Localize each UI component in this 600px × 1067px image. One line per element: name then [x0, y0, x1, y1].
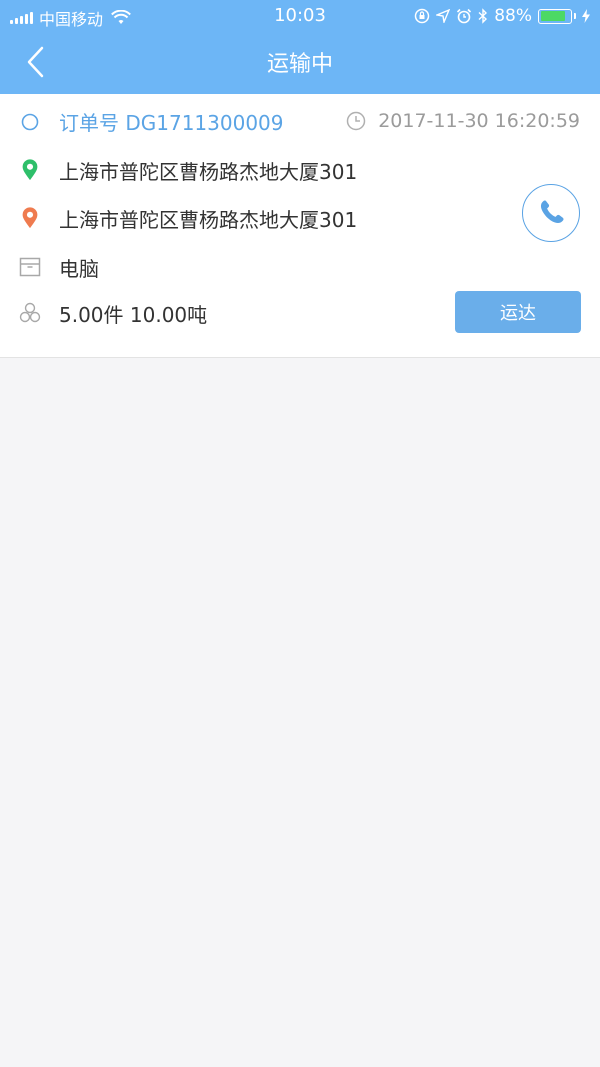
- origin-address: 上海市普陀区曹杨路杰地大厦301: [59, 159, 358, 184]
- header-bar: 中国移动 10:03 88% 运输中: [0, 0, 600, 94]
- destination-row: 上海市普陀区曹杨路杰地大厦301: [0, 204, 600, 232]
- rotation-lock-icon: [414, 8, 430, 24]
- bluetooth-icon: [478, 8, 488, 24]
- order-time: 2017-11-30 16:20:59: [346, 110, 580, 132]
- battery-fill: [540, 11, 566, 21]
- battery-icon: [538, 8, 572, 24]
- alarm-icon: [457, 8, 472, 24]
- phone-icon: [540, 199, 564, 223]
- charging-icon: [582, 9, 590, 23]
- page-title: 运输中: [266, 52, 333, 77]
- origin-row: 上海市普陀区曹杨路杰地大厦301: [0, 156, 600, 184]
- order-number-row: 订单号 DG1711300009 2017-11-30 16:20:59: [0, 108, 600, 135]
- order-card: 订单号 DG1711300009 2017-11-30 16:20:59 上海市…: [0, 94, 600, 358]
- origin-pin-icon: [22, 159, 38, 181]
- cargo-circles-icon: [19, 302, 41, 323]
- quantity-weight: 5.00件 10.00吨: [59, 302, 208, 327]
- order-number: 订单号 DG1711300009: [59, 110, 284, 135]
- call-button[interactable]: [522, 184, 580, 242]
- battery-tip: [574, 13, 576, 19]
- order-circle-icon: [21, 113, 39, 131]
- destination-address: 上海市普陀区曹杨路杰地大厦301: [59, 207, 358, 232]
- destination-pin-icon: [22, 207, 38, 229]
- goods-row: 电脑: [0, 253, 600, 281]
- goods-name: 电脑: [59, 256, 99, 281]
- order-datetime: 2017-11-30 16:20:59: [378, 110, 580, 132]
- status-bar: 中国移动 10:03 88%: [0, 0, 600, 32]
- box-icon: [19, 257, 41, 277]
- empty-content-area: [0, 359, 600, 1067]
- clock-icon: [346, 111, 366, 131]
- deliver-button[interactable]: 运达: [455, 291, 581, 333]
- status-right: 88%: [414, 6, 590, 26]
- location-arrow-icon: [436, 9, 451, 23]
- battery-percent: 88%: [494, 6, 532, 26]
